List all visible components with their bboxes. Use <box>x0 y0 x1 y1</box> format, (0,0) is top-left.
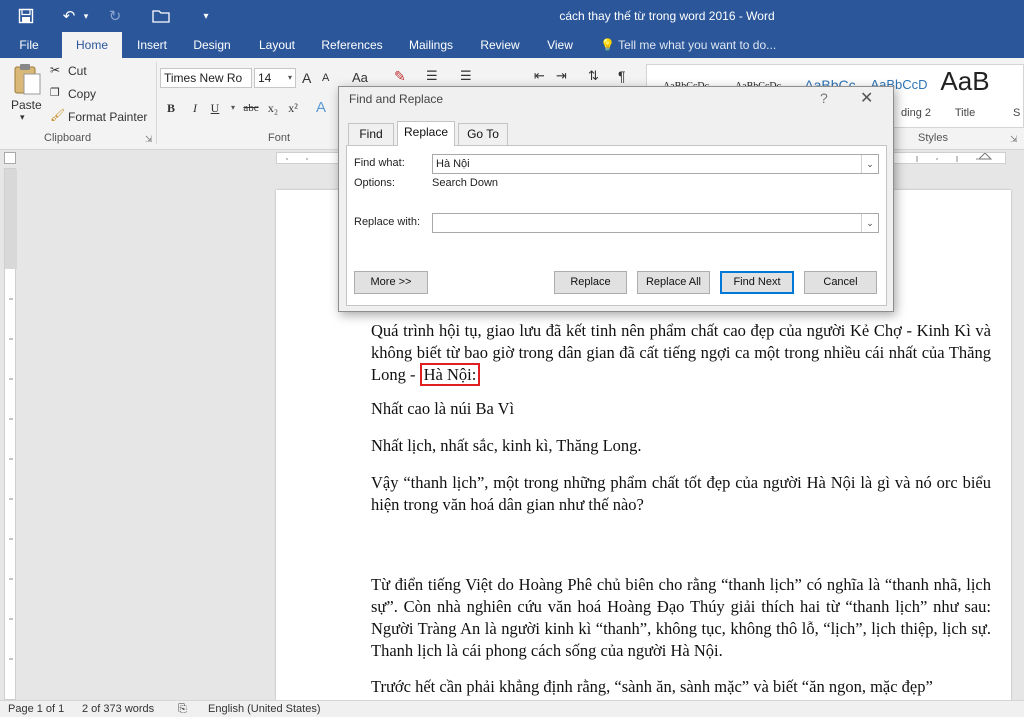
show-marks-icon[interactable]: ¶ <box>618 68 626 84</box>
paragraph[interactable]: Nhất cao là núi Ba Vì <box>371 398 991 420</box>
numbering-icon[interactable]: ☰ <box>460 68 472 84</box>
lightbulb-icon: 💡 <box>600 38 615 52</box>
text-effects-icon[interactable]: A <box>312 98 330 118</box>
bullets-icon[interactable]: ☰ <box>426 68 438 84</box>
replace-button[interactable]: Replace <box>554 271 627 294</box>
close-icon[interactable]: ✕ <box>860 88 873 108</box>
copy-icon: ❐ <box>50 87 60 99</box>
replace-with-label: Replace with: <box>354 216 421 228</box>
chevron-down-icon[interactable]: ⌄ <box>861 155 878 173</box>
paste-dropdown-icon[interactable]: ▾ <box>20 112 25 123</box>
font-name-combo[interactable]: Times New Ro <box>160 68 252 88</box>
font-size-value: 14 <box>258 71 272 85</box>
replace-all-button[interactable]: Replace All <box>637 271 710 294</box>
search-match-highlight: Hà Nội: <box>419 363 481 386</box>
replace-with-input[interactable]: ⌄ <box>432 213 879 233</box>
style-name: Title <box>954 107 976 119</box>
tab-selector[interactable] <box>4 152 16 164</box>
window-title: cách thay thế từ trong word 2016 - Word <box>559 9 775 23</box>
underline-button[interactable]: U <box>206 98 224 118</box>
tab-insert[interactable]: Insert <box>130 32 174 58</box>
dialog-title: Find and Replace <box>349 92 444 106</box>
options-value: Search Down <box>432 177 499 189</box>
options-label: Options: <box>354 177 395 189</box>
proofing-icon[interactable]: ⎘ <box>178 703 187 716</box>
tab-layout[interactable]: Layout <box>250 32 304 58</box>
tab-references[interactable]: References <box>316 32 388 58</box>
bold-button[interactable]: B <box>162 98 180 118</box>
cancel-button[interactable]: Cancel <box>804 271 877 294</box>
increase-indent-icon[interactable]: ⇥ <box>556 68 567 84</box>
font-group-label: Font <box>268 132 291 144</box>
style-preview: AaB <box>940 66 990 96</box>
find-replace-dialog: Find and Replace ? ✕ Find Replace Go To … <box>338 86 894 312</box>
status-bar: Page 1 of 1 2 of 373 words ⎘ English (Un… <box>0 700 1024 717</box>
sort-icon[interactable]: ⇅ <box>588 68 599 84</box>
font-name-value: Times New Ro <box>164 71 243 85</box>
more-button[interactable]: More >> <box>354 271 428 294</box>
find-what-value: Hà Nội <box>436 158 470 170</box>
tab-replace[interactable]: Replace <box>397 121 455 146</box>
shrink-font-button[interactable]: A <box>322 72 329 84</box>
paragraph[interactable]: Nhất lịch, nhất sắc, kinh kì, Thăng Long… <box>371 435 991 457</box>
help-button[interactable]: ? <box>820 90 828 106</box>
format-painter-icon: 🖌 <box>50 108 66 122</box>
clipboard-group-label: Clipboard <box>44 132 92 144</box>
superscript-button[interactable]: x² <box>284 98 302 118</box>
title-bar: ↶ ▾ ↻ ▾ cách thay thế từ trong word 2016… <box>0 0 1024 32</box>
style-name: S <box>1013 107 1021 119</box>
tell-me-text: Tell me what you want to do... <box>618 38 777 52</box>
find-next-button[interactable]: Find Next <box>720 271 794 294</box>
find-what-input[interactable]: Hà Nội ⌄ <box>432 154 879 174</box>
ribbon-tab-bar: File Home Insert Design Layout Reference… <box>0 32 1024 58</box>
cut-button[interactable]: Cut <box>68 64 87 78</box>
style-subtitle[interactable]: S <box>1009 65 1023 127</box>
chevron-down-icon[interactable]: ⌄ <box>861 214 878 232</box>
paragraph[interactable]: Quá trình hội tụ, giao lưu đã kết tinh n… <box>371 320 991 386</box>
clipboard-launcher-icon[interactable]: ⇲ <box>145 134 153 145</box>
group-separator <box>156 62 157 144</box>
style-title[interactable]: AaB Title <box>935 65 995 127</box>
clear-formatting-icon[interactable]: ✎ <box>394 68 406 85</box>
decrease-indent-icon[interactable]: ⇤ <box>534 68 545 84</box>
tab-home[interactable]: Home <box>62 32 122 58</box>
styles-launcher-icon[interactable]: ⇲ <box>1010 134 1018 145</box>
vertical-ruler[interactable] <box>4 168 17 700</box>
italic-button[interactable]: I <box>186 98 204 118</box>
paste-icon[interactable] <box>12 62 42 96</box>
tab-design[interactable]: Design <box>186 32 238 58</box>
font-size-combo[interactable]: 14 ▾ <box>254 68 296 88</box>
cut-icon: ✂ <box>50 63 61 77</box>
styles-group-label: Styles <box>918 132 948 144</box>
grow-font-button[interactable]: A <box>302 70 311 86</box>
paragraph[interactable]: Từ điển tiếng Việt do Hoàng Phê chủ biên… <box>371 574 991 662</box>
tab-view[interactable]: View <box>540 32 580 58</box>
font-size-dropdown-icon: ▾ <box>287 73 292 82</box>
page-count[interactable]: Page 1 of 1 <box>8 703 64 715</box>
paragraph[interactable]: Trước hết cần phải khẳng định rằng, “sàn… <box>371 676 991 698</box>
language-indicator[interactable]: English (United States) <box>208 703 321 715</box>
copy-button[interactable]: Copy <box>68 87 96 101</box>
subscript-button[interactable]: x₂ <box>264 98 282 118</box>
tell-me-box[interactable]: 💡 Tell me what you want to do... <box>600 32 776 58</box>
strikethrough-button[interactable]: abc <box>240 98 262 118</box>
tab-find[interactable]: Find <box>348 123 394 145</box>
tab-review[interactable]: Review <box>474 32 526 58</box>
paste-button[interactable]: Paste <box>11 98 42 112</box>
tab-go-to[interactable]: Go To <box>458 123 508 145</box>
tab-file[interactable]: File <box>10 32 48 58</box>
paragraph[interactable]: Vậy “thanh lịch”, một trong những phẩm c… <box>371 472 991 516</box>
word-count[interactable]: 2 of 373 words <box>82 703 154 715</box>
format-painter-button[interactable]: Format Painter <box>68 110 147 124</box>
find-what-label: Find what: <box>354 157 405 169</box>
change-case-button[interactable]: Aa <box>352 70 368 85</box>
tab-mailings[interactable]: Mailings <box>402 32 460 58</box>
